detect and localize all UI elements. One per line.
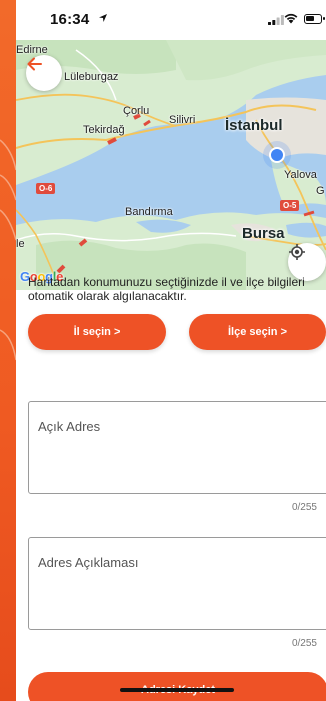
- background-strip: [0, 0, 16, 701]
- map-label-yalova: Yalova: [284, 169, 317, 181]
- status-bar: 16:34: [16, 0, 326, 40]
- crosshair-icon: [289, 244, 305, 260]
- address-description-textarea[interactable]: Adres Açıklaması: [28, 537, 326, 630]
- map-hint-text: Haritadan konumunuzu seçtiğinizde il ve …: [28, 275, 305, 303]
- address-char-counter: 0/255: [291, 502, 317, 513]
- wifi-icon: [284, 13, 298, 24]
- road-badge-o5: O-5: [280, 200, 300, 211]
- location-map[interactable]: Edirne Lüleburgaz Çorlu Silivri Tekirdağ…: [16, 40, 326, 290]
- select-province-button[interactable]: İl seçin >: [28, 314, 166, 350]
- map-label-silivri: Silivri: [169, 114, 196, 126]
- cellular-signal-icon: [268, 15, 284, 25]
- map-label-bandirma: Bandırma: [125, 206, 173, 218]
- map-label-le: le: [16, 238, 25, 250]
- current-location-marker: [269, 147, 285, 163]
- status-time: 16:34: [50, 11, 90, 28]
- road-badge-o6: O-6: [36, 183, 56, 194]
- description-placeholder: Adres Açıklaması: [38, 555, 139, 570]
- address-placeholder: Açık Adres: [38, 419, 101, 434]
- map-label-tekirdag: Tekirdağ: [83, 124, 125, 136]
- description-char-counter: 0/255: [291, 638, 317, 649]
- select-district-button[interactable]: İlçe seçin >: [189, 314, 326, 350]
- map-label-istanbul: İstanbul: [225, 117, 283, 134]
- home-indicator: [120, 688, 234, 692]
- map-label-corlu: Çorlu: [123, 105, 150, 117]
- map-label-luleburgaz: Lüleburgaz: [64, 71, 119, 83]
- save-address-button[interactable]: Adresi Kaydet: [28, 672, 326, 701]
- map-canvas: [16, 40, 326, 290]
- address-textarea[interactable]: Açık Adres: [28, 401, 326, 494]
- map-label-bursa: Bursa: [242, 225, 285, 242]
- arrow-left-icon: [27, 57, 42, 71]
- back-button[interactable]: [26, 55, 62, 91]
- battery-icon: [304, 14, 325, 24]
- location-arrow-icon: [99, 14, 107, 22]
- address-sheet: 16:34 Edirne Lüleburgaz Çorlu Silivri Te…: [16, 0, 326, 701]
- map-label-g: G: [316, 185, 325, 197]
